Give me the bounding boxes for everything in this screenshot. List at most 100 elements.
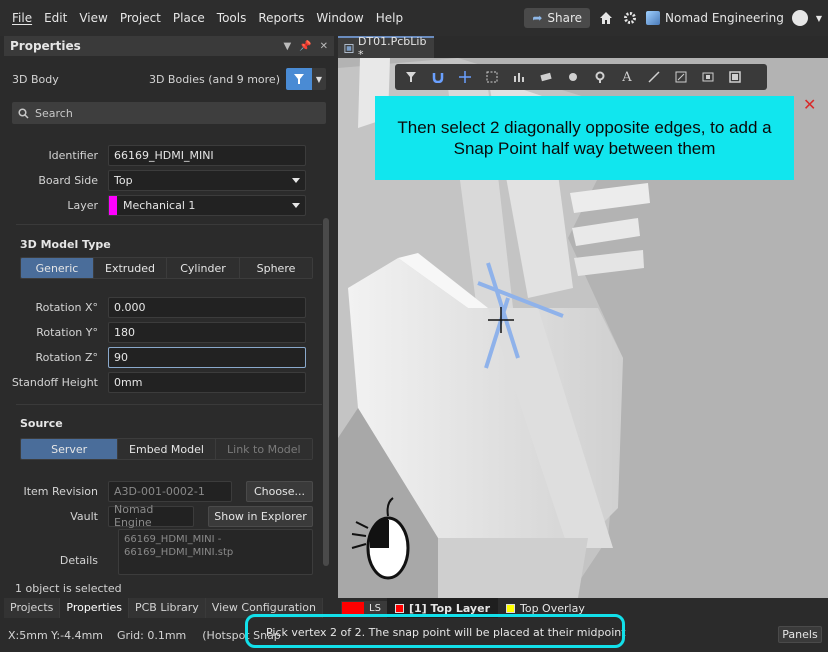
- status-grid: Grid: 0.1mm: [117, 628, 187, 642]
- chevron-down-icon[interactable]: ▼: [816, 14, 822, 23]
- layer-label: Layer: [67, 198, 98, 212]
- menu-bar: File Edit View Project Place Tools Repor…: [0, 0, 828, 36]
- layer-color-swatch: [109, 195, 117, 215]
- source-server[interactable]: Server: [21, 439, 119, 459]
- bar-chart-icon[interactable]: [511, 69, 527, 85]
- layer-row: Layer Mechanical 1: [4, 194, 322, 216]
- board-side-label: Board Side: [38, 173, 98, 187]
- standoff-field[interactable]: 0mm: [108, 371, 306, 393]
- region-icon[interactable]: [727, 69, 743, 85]
- source-title: Source: [20, 417, 63, 430]
- menu-tools[interactable]: Tools: [211, 0, 253, 36]
- selection-type: 3D Body: [12, 72, 59, 86]
- selection-header: 3D Body 3D Bodies (and 9 more) ▼: [4, 56, 334, 102]
- show-in-explorer-button[interactable]: Show in Explorer: [208, 506, 313, 527]
- source-embed-model[interactable]: Embed Model: [118, 439, 216, 459]
- menu-help[interactable]: Help: [370, 0, 409, 36]
- rotation-z-row: Rotation Z° 90: [4, 346, 322, 368]
- layer-value: Mechanical 1: [123, 198, 196, 212]
- via-icon[interactable]: [592, 69, 608, 85]
- text-icon[interactable]: A: [619, 69, 635, 85]
- identifier-field[interactable]: 66169_HDMI_MINI: [108, 144, 306, 166]
- cross-icon[interactable]: [457, 69, 473, 85]
- vault-label: Vault: [70, 509, 98, 523]
- properties-panel: Properties ▼ 📌 ✕ 3D Body 3D Bodies (and …: [4, 36, 334, 598]
- filter-value: 3D Bodies (and 9 more): [148, 72, 280, 86]
- model-type-generic[interactable]: Generic: [21, 258, 94, 278]
- properties-content: Identifier 66169_HDMI_MINI Board Side To…: [4, 136, 322, 598]
- layer-set-color: [342, 602, 364, 614]
- pcb-library-icon: [344, 43, 354, 53]
- layer-set-label: LS: [369, 602, 381, 614]
- pin-icon[interactable]: 📌: [299, 41, 311, 52]
- menu-edit[interactable]: Edit: [38, 0, 73, 36]
- source-segmented: Server Embed Model Link to Model: [20, 438, 313, 460]
- layer-set-button[interactable]: LS: [341, 601, 387, 615]
- board-side-row: Board Side Top: [4, 169, 322, 191]
- model-type-cylinder[interactable]: Cylinder: [167, 258, 240, 278]
- menu-window[interactable]: Window: [310, 0, 369, 36]
- layer-tab-label: Top Overlay: [520, 601, 585, 615]
- component-icon[interactable]: [538, 69, 554, 85]
- search-placeholder: Search: [35, 106, 73, 120]
- rotation-y-field[interactable]: 180: [108, 321, 306, 343]
- properties-scrollbar[interactable]: [322, 130, 330, 578]
- identifier-row: Identifier 66169_HDMI_MINI: [4, 144, 322, 166]
- item-revision-field: A3D-001-0002-1: [108, 480, 232, 502]
- model-type-extruded[interactable]: Extruded: [94, 258, 167, 278]
- menu-place[interactable]: Place: [167, 0, 211, 36]
- filter-icon[interactable]: [403, 69, 419, 85]
- close-icon[interactable]: ✕: [803, 95, 816, 114]
- filter-icon: [294, 74, 304, 84]
- tab-projects[interactable]: Projects: [4, 598, 61, 618]
- 3d-body-icon[interactable]: [700, 69, 716, 85]
- choose-button[interactable]: Choose...: [246, 481, 313, 502]
- details-field: 66169_HDMI_MINI - 66169_HDMI_MINI.stp: [118, 529, 313, 575]
- layer-select[interactable]: Mechanical 1: [108, 194, 306, 216]
- home-icon[interactable]: [598, 10, 614, 26]
- chevron-down-icon: [292, 202, 300, 208]
- scrollbar-thumb[interactable]: [323, 218, 329, 566]
- rotation-z-field[interactable]: 90: [108, 346, 306, 368]
- panels-button[interactable]: Panels: [778, 626, 822, 643]
- menu-view[interactable]: View: [73, 0, 113, 36]
- gear-icon[interactable]: [622, 10, 638, 26]
- model-type-sphere[interactable]: Sphere: [240, 258, 312, 278]
- standoff-label: Standoff Height: [11, 375, 98, 389]
- divider: [16, 224, 322, 225]
- search-input[interactable]: Search: [12, 102, 326, 124]
- document-tab-bar: DT01.PcbLib *: [338, 35, 828, 61]
- user-avatar-icon[interactable]: [791, 10, 808, 26]
- magnet-icon[interactable]: [430, 69, 446, 85]
- tab-pcb-library[interactable]: PCB Library: [128, 598, 206, 618]
- menu-reports[interactable]: Reports: [252, 0, 310, 36]
- close-icon[interactable]: ✕: [320, 41, 328, 52]
- layer-tab-label: [1] Top Layer: [409, 601, 490, 615]
- workspace-selector[interactable]: Nomad Engineering: [646, 11, 784, 25]
- identifier-label: Identifier: [48, 148, 98, 162]
- menu-project[interactable]: Project: [114, 0, 167, 36]
- line-icon[interactable]: [646, 69, 662, 85]
- board-side-select[interactable]: Top: [108, 169, 306, 191]
- layer-color-swatch: [506, 603, 515, 613]
- workspace-logo-icon: [646, 11, 661, 25]
- filter-button[interactable]: [286, 68, 312, 90]
- panel-menu-icon[interactable]: ▼: [283, 41, 291, 52]
- pad-icon[interactable]: [565, 69, 581, 85]
- details-label: Details: [59, 553, 98, 567]
- dimension-icon[interactable]: [673, 69, 689, 85]
- rotation-x-label: Rotation X°: [35, 300, 98, 314]
- share-button[interactable]: ➦ Share: [524, 8, 591, 28]
- rotation-z-label: Rotation Z°: [35, 350, 98, 364]
- status-coordinates: X:5mm Y:-4.4mm: [8, 628, 104, 642]
- menu-file[interactable]: File: [6, 0, 38, 36]
- model-type-title: 3D Model Type: [20, 238, 111, 251]
- rotation-x-row: Rotation X° 0.000: [4, 296, 322, 318]
- rotation-x-field[interactable]: 0.000: [108, 296, 306, 318]
- filter-dropdown-icon[interactable]: ▼: [312, 68, 326, 90]
- select-rect-icon[interactable]: [484, 69, 500, 85]
- divider: [16, 404, 322, 405]
- properties-panel-header: Properties ▼ 📌 ✕: [4, 36, 334, 56]
- tab-properties[interactable]: Properties: [60, 598, 129, 618]
- document-tab[interactable]: DT01.PcbLib *: [338, 35, 434, 61]
